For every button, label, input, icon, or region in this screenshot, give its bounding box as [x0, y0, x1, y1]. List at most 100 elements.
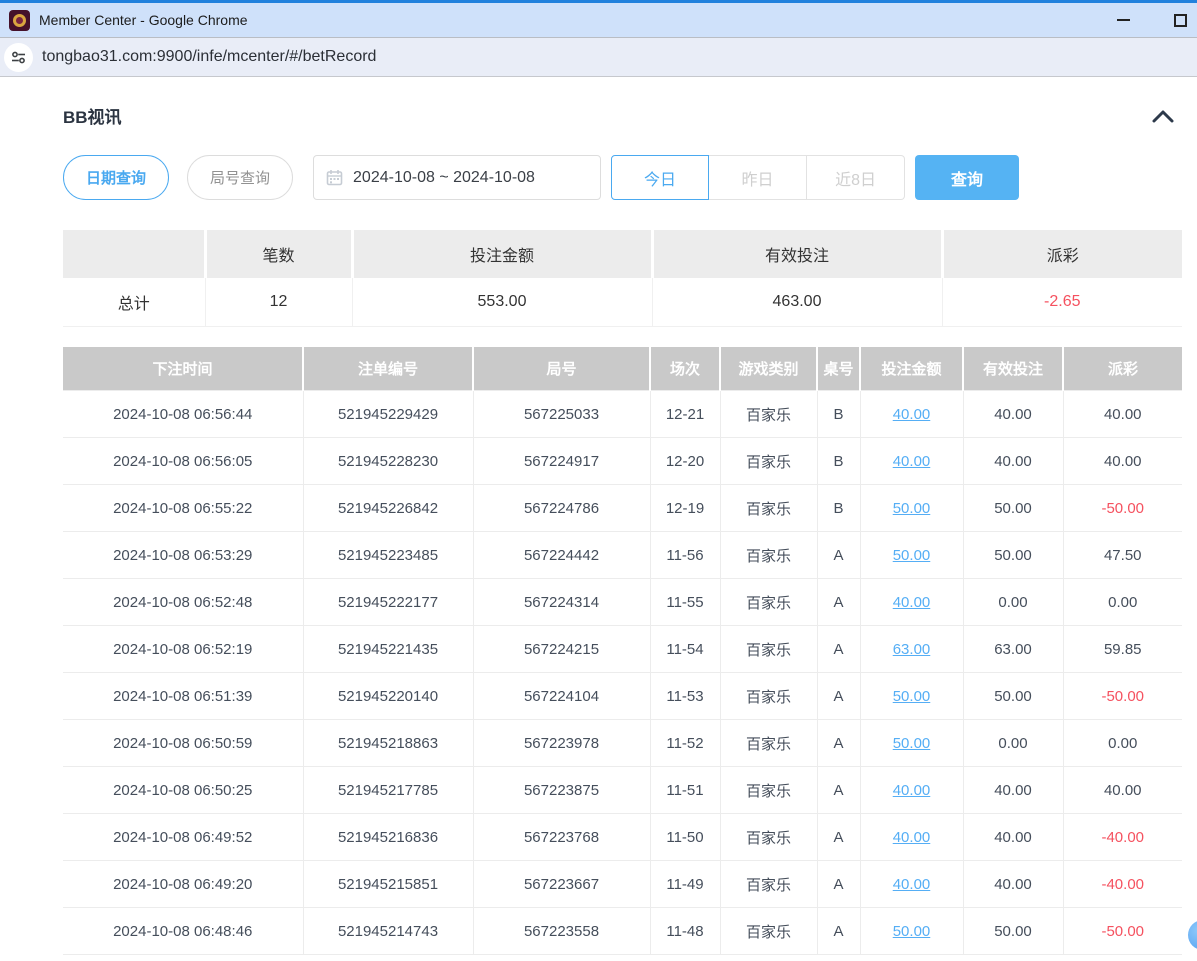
bet-amount-link[interactable]: 40.00 — [893, 876, 931, 893]
bet-amount-cell: 63.00 — [860, 626, 963, 673]
table-row: 2024-10-08 06:55:22521945226842567224786… — [63, 485, 1182, 532]
round-id-cell: 567224215 — [473, 626, 650, 673]
bet-amount-link[interactable]: 40.00 — [893, 594, 931, 611]
session-cell: 11-48 — [650, 908, 720, 955]
tab-today[interactable]: 今日 — [611, 155, 709, 200]
table-id-cell: A — [817, 673, 860, 720]
bet-amount-link[interactable]: 50.00 — [893, 500, 931, 517]
summary-valid-bet-value: 463.00 — [652, 278, 942, 326]
order-id-cell: 521945216836 — [303, 814, 473, 861]
summary-header-empty — [63, 230, 205, 278]
bet-time-cell: 2024-10-08 06:53:29 — [63, 532, 303, 579]
summary-total-row: 总计 12 553.00 463.00 -2.65 — [63, 278, 1182, 326]
header-session: 场次 — [650, 347, 720, 391]
session-cell: 12-21 — [650, 391, 720, 438]
summary-payout-value: -2.65 — [942, 278, 1182, 326]
tab-last8days[interactable]: 近8日 — [807, 155, 905, 200]
session-cell: 11-49 — [650, 861, 720, 908]
session-cell: 11-50 — [650, 814, 720, 861]
payout-cell: 59.85 — [1063, 626, 1182, 673]
game-type-cell: 百家乐 — [720, 438, 817, 485]
valid-bet-cell: 0.00 — [963, 720, 1063, 767]
game-type-cell: 百家乐 — [720, 908, 817, 955]
bet-amount-link[interactable]: 50.00 — [893, 735, 931, 752]
order-id-cell: 521945221435 — [303, 626, 473, 673]
bet-time-cell: 2024-10-08 06:50:25 — [63, 767, 303, 814]
page-title: BB视讯 — [63, 103, 122, 128]
summary-total-label: 总计 — [63, 278, 205, 326]
payout-cell: 40.00 — [1063, 767, 1182, 814]
table-row: 2024-10-08 06:48:46521945214743567223558… — [63, 908, 1182, 955]
order-id-cell: 521945217785 — [303, 767, 473, 814]
bet-time-cell: 2024-10-08 06:50:59 — [63, 720, 303, 767]
round-id-cell: 567224104 — [473, 673, 650, 720]
summary-table: 笔数 投注金额 有效投注 派彩 总计 12 553.00 463.00 -2.6… — [63, 230, 1182, 327]
bet-time-cell: 2024-10-08 06:48:46 — [63, 908, 303, 955]
collapse-section-button[interactable] — [1150, 108, 1176, 124]
table-id-cell: A — [817, 814, 860, 861]
payout-cell: -50.00 — [1063, 485, 1182, 532]
order-id-cell: 521945218863 — [303, 720, 473, 767]
payout-cell: 0.00 — [1063, 720, 1182, 767]
header-payout: 派彩 — [1063, 347, 1182, 391]
session-cell: 11-54 — [650, 626, 720, 673]
payout-cell: 47.50 — [1063, 532, 1182, 579]
date-query-tab[interactable]: 日期查询 — [63, 155, 169, 200]
chevron-up-icon — [1150, 108, 1176, 124]
header-order-id: 注单编号 — [303, 347, 473, 391]
summary-header-valid-bet: 有效投注 — [652, 230, 942, 278]
round-id-cell: 567223978 — [473, 720, 650, 767]
table-id-cell: A — [817, 767, 860, 814]
header-bet-amount: 投注金额 — [860, 347, 963, 391]
site-settings-icon[interactable] — [4, 43, 33, 72]
bet-amount-link[interactable]: 50.00 — [893, 923, 931, 940]
bet-amount-link[interactable]: 40.00 — [893, 829, 931, 846]
game-type-cell: 百家乐 — [720, 861, 817, 908]
url-text[interactable]: tongbao31.com:9900/infe/mcenter/#/betRec… — [42, 48, 376, 66]
order-id-cell: 521945215851 — [303, 861, 473, 908]
table-id-cell: B — [817, 391, 860, 438]
valid-bet-cell: 40.00 — [963, 814, 1063, 861]
valid-bet-cell: 40.00 — [963, 861, 1063, 908]
order-id-cell: 521945223485 — [303, 532, 473, 579]
bet-amount-cell: 40.00 — [860, 861, 963, 908]
session-cell: 11-56 — [650, 532, 720, 579]
bet-amount-link[interactable]: 40.00 — [893, 406, 931, 423]
bet-time-cell: 2024-10-08 06:52:48 — [63, 579, 303, 626]
bet-amount-cell: 50.00 — [860, 720, 963, 767]
summary-header-row: 笔数 投注金额 有效投注 派彩 — [63, 230, 1182, 278]
maximize-button[interactable] — [1160, 3, 1197, 37]
bet-amount-cell: 40.00 — [860, 391, 963, 438]
valid-bet-cell: 50.00 — [963, 485, 1063, 532]
minimize-button[interactable] — [1103, 3, 1143, 37]
bet-amount-link[interactable]: 40.00 — [893, 453, 931, 470]
round-id-cell: 567224314 — [473, 579, 650, 626]
table-id-cell: B — [817, 485, 860, 532]
bet-amount-cell: 40.00 — [860, 579, 963, 626]
header-valid-bet: 有效投注 — [963, 347, 1063, 391]
valid-bet-cell: 63.00 — [963, 626, 1063, 673]
round-query-tab[interactable]: 局号查询 — [187, 155, 293, 200]
valid-bet-cell: 50.00 — [963, 673, 1063, 720]
bet-amount-link[interactable]: 63.00 — [893, 641, 931, 658]
payout-cell: -50.00 — [1063, 673, 1182, 720]
filter-toolbar: 日期查询 局号查询 2024-10-08 ~ 2024-10-08 今日 昨日 … — [63, 155, 1182, 200]
bet-amount-link[interactable]: 40.00 — [893, 782, 931, 799]
bet-time-cell: 2024-10-08 06:51:39 — [63, 673, 303, 720]
session-cell: 11-52 — [650, 720, 720, 767]
date-range-input[interactable]: 2024-10-08 ~ 2024-10-08 — [313, 155, 601, 200]
payout-cell: -50.00 — [1063, 908, 1182, 955]
session-cell: 11-53 — [650, 673, 720, 720]
bet-amount-link[interactable]: 50.00 — [893, 547, 931, 564]
square-icon — [1174, 14, 1187, 27]
round-id-cell: 567225033 — [473, 391, 650, 438]
bet-amount-link[interactable]: 50.00 — [893, 688, 931, 705]
bet-time-cell: 2024-10-08 06:49:52 — [63, 814, 303, 861]
table-row: 2024-10-08 06:56:05521945228230567224917… — [63, 438, 1182, 485]
table-id-cell: A — [817, 626, 860, 673]
search-button[interactable]: 查询 — [915, 155, 1019, 200]
tab-yesterday[interactable]: 昨日 — [709, 155, 807, 200]
bet-record-page: BB视讯 日期查询 局号查询 2024-10-08 ~ 2024-10-08 今… — [0, 103, 1197, 955]
table-id-cell: B — [817, 438, 860, 485]
bet-amount-cell: 50.00 — [860, 673, 963, 720]
